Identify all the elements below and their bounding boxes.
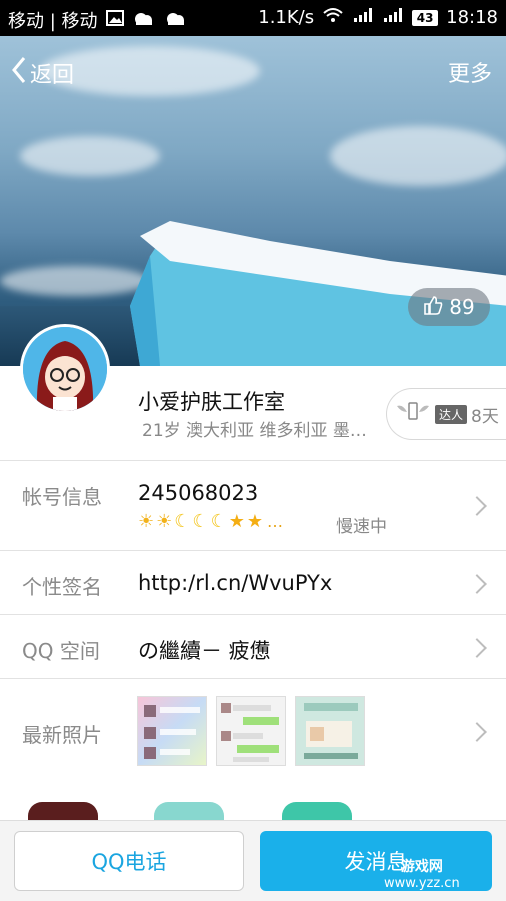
cloud-shape	[20, 136, 160, 176]
row-label: 帐号信息	[22, 485, 102, 509]
watermark-logo: 游戏网 www.yzz.cn	[384, 856, 460, 891]
more-button[interactable]: 更多	[448, 56, 492, 88]
carrier-text: 移动 | 移动	[8, 11, 98, 32]
star-icon: ★	[246, 511, 263, 532]
chevron-left-icon	[12, 56, 26, 90]
sun-icon: ☀	[138, 511, 155, 532]
photo-thumbnail[interactable]	[137, 696, 207, 766]
thumbs-up-icon	[423, 295, 443, 320]
profile-meta: 21岁 澳大利亚 维多利亚 墨…	[142, 421, 367, 441]
watermark-brand: 游戏网	[400, 859, 443, 875]
sun-icon: ☀	[156, 511, 173, 532]
watermark-url: www.yzz.cn	[384, 876, 460, 891]
signal-icon	[382, 7, 404, 28]
star-icon: ★	[228, 511, 245, 532]
moon-icon: ☾	[174, 511, 191, 532]
status-bar: 移动 | 移动 1.1K/s 43 18:18	[0, 0, 506, 36]
chevron-right-icon	[467, 638, 487, 658]
back-button[interactable]: 返回	[12, 56, 74, 90]
row-qzone[interactable]: QQ 空间 の繼續－ 疲憊	[0, 615, 506, 678]
expert-badge[interactable]: 达人 8天	[386, 388, 506, 440]
row-label: QQ 空间	[22, 639, 100, 663]
expert-days: 8天	[471, 406, 499, 427]
wifi-icon	[322, 7, 344, 28]
moon-icon: ☾	[192, 511, 209, 532]
network-speed: 1.1K/s	[258, 7, 315, 28]
level-speed: 慢速中	[336, 517, 387, 537]
signal-icon	[352, 7, 374, 28]
profile-name: 小爱护肤工作室	[138, 390, 285, 414]
row-label: 最新照片	[22, 723, 102, 747]
cover-image: 返回 更多 89	[0, 36, 506, 366]
clock: 18:18	[446, 7, 498, 28]
more-dots-icon: …	[266, 512, 283, 531]
cloud-shape	[0, 266, 150, 296]
image-icon	[105, 9, 124, 31]
like-button[interactable]: 89	[408, 288, 490, 326]
qq-call-button[interactable]: QQ电话	[14, 831, 244, 891]
row-label: 个性签名	[22, 575, 102, 599]
chevron-right-icon	[467, 722, 487, 742]
back-label: 返回	[30, 63, 75, 88]
level-icons: ☀ ☀ ☾ ☾ ☾ ★ ★ …	[138, 511, 283, 532]
avatar[interactable]	[20, 324, 110, 414]
chevron-right-icon	[467, 496, 487, 516]
moon-icon: ☾	[210, 511, 227, 532]
qzone-value: の繼續－ 疲憊	[138, 639, 271, 663]
row-account-info[interactable]: 帐号信息 245068023	[0, 461, 506, 549]
qq-number: 245068023	[138, 481, 259, 505]
battery-level: 43	[412, 9, 439, 26]
row-signature[interactable]: 个性签名 http:/rl.cn/WvuPYx	[0, 551, 506, 614]
weather-cloud-icon	[132, 10, 156, 31]
cloud-shape	[330, 126, 506, 186]
expert-tag: 达人	[435, 404, 468, 424]
weather-cloud-icon	[164, 10, 188, 31]
like-count: 89	[449, 295, 475, 319]
photo-thumbnail[interactable]	[295, 696, 365, 766]
wings-phone-icon	[395, 400, 431, 428]
signature-value: http:/rl.cn/WvuPYx	[138, 571, 333, 595]
chevron-right-icon	[467, 574, 487, 594]
photo-thumbnail[interactable]	[216, 696, 286, 766]
